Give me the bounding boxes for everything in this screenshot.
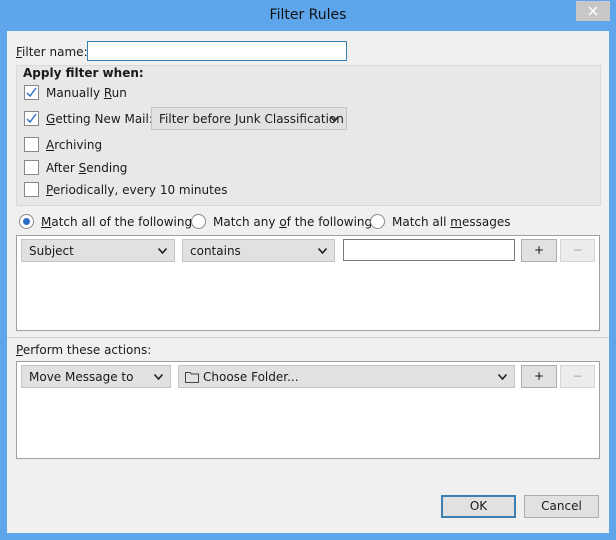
check-icon [26, 113, 37, 124]
close-icon [588, 6, 598, 16]
add-condition-button[interactable]: + [521, 239, 557, 262]
archiving-label[interactable]: Archiving [46, 138, 102, 152]
actions-list[interactable]: Move Message to Choose Folder... + − [16, 361, 600, 459]
radio-selected-dot [23, 218, 30, 225]
remove-action-button[interactable]: − [560, 365, 595, 388]
filter-name-label: Filter name: [16, 45, 88, 59]
periodically-label[interactable]: Periodically, every 10 minutes [46, 183, 227, 197]
chevron-down-icon [154, 374, 163, 380]
filter-rules-window: Filter Rules Filter name: Apply filter w… [0, 0, 616, 540]
window-title: Filter Rules [269, 7, 347, 23]
condition-operator-value: contains [190, 244, 241, 258]
chevron-down-icon [498, 374, 507, 380]
condition-field-value: Subject [29, 244, 74, 258]
after-sending-label[interactable]: After Sending [46, 161, 127, 175]
match-all-label[interactable]: Match all of the following [41, 215, 192, 229]
chevron-down-icon [158, 248, 167, 254]
target-folder-dropdown[interactable]: Choose Folder... [178, 365, 515, 388]
junk-classification-dropdown[interactable]: Filter before Junk Classification [151, 107, 347, 130]
dialog-body: Filter name: Apply filter when: Manually… [7, 31, 609, 533]
periodically-checkbox[interactable] [24, 182, 39, 197]
target-folder-value: Choose Folder... [203, 370, 299, 384]
conditions-list[interactable]: Subject contains + − [16, 235, 600, 331]
remove-condition-button[interactable]: − [560, 239, 595, 262]
add-action-button[interactable]: + [521, 365, 557, 388]
after-sending-checkbox[interactable] [24, 160, 39, 175]
match-all-radio[interactable] [19, 214, 34, 229]
ok-button[interactable]: OK [441, 495, 516, 518]
manually-run-label[interactable]: Manually Run [46, 86, 127, 100]
action-type-dropdown[interactable]: Move Message to [21, 365, 171, 388]
match-any-label[interactable]: Match any of the following [213, 215, 372, 229]
match-all-messages-label[interactable]: Match all messages [392, 215, 510, 229]
perform-actions-heading: Perform these actions: [16, 343, 152, 357]
condition-value-input[interactable] [343, 239, 515, 261]
chevron-down-icon [330, 116, 339, 122]
match-all-messages-radio[interactable] [370, 214, 385, 229]
apply-filter-group: Apply filter when: Manually Run Getting … [16, 65, 601, 206]
folder-icon [185, 372, 199, 383]
apply-filter-heading: Apply filter when: [23, 66, 144, 80]
title-bar[interactable]: Filter Rules [0, 0, 616, 31]
getting-new-mail-checkbox[interactable] [24, 111, 39, 126]
cancel-button[interactable]: Cancel [524, 495, 599, 518]
archiving-checkbox[interactable] [24, 137, 39, 152]
condition-operator-dropdown[interactable]: contains [182, 239, 335, 262]
getting-new-mail-label[interactable]: Getting New Mail: [46, 112, 153, 126]
chevron-down-icon [318, 248, 327, 254]
condition-field-dropdown[interactable]: Subject [21, 239, 175, 262]
junk-classification-value: Filter before Junk Classification [159, 112, 344, 126]
section-divider [7, 337, 609, 338]
close-button[interactable] [576, 1, 610, 21]
manually-run-checkbox[interactable] [24, 85, 39, 100]
action-type-value: Move Message to [29, 370, 134, 384]
match-any-radio[interactable] [191, 214, 206, 229]
filter-name-input[interactable] [87, 41, 347, 61]
check-icon [26, 87, 37, 98]
